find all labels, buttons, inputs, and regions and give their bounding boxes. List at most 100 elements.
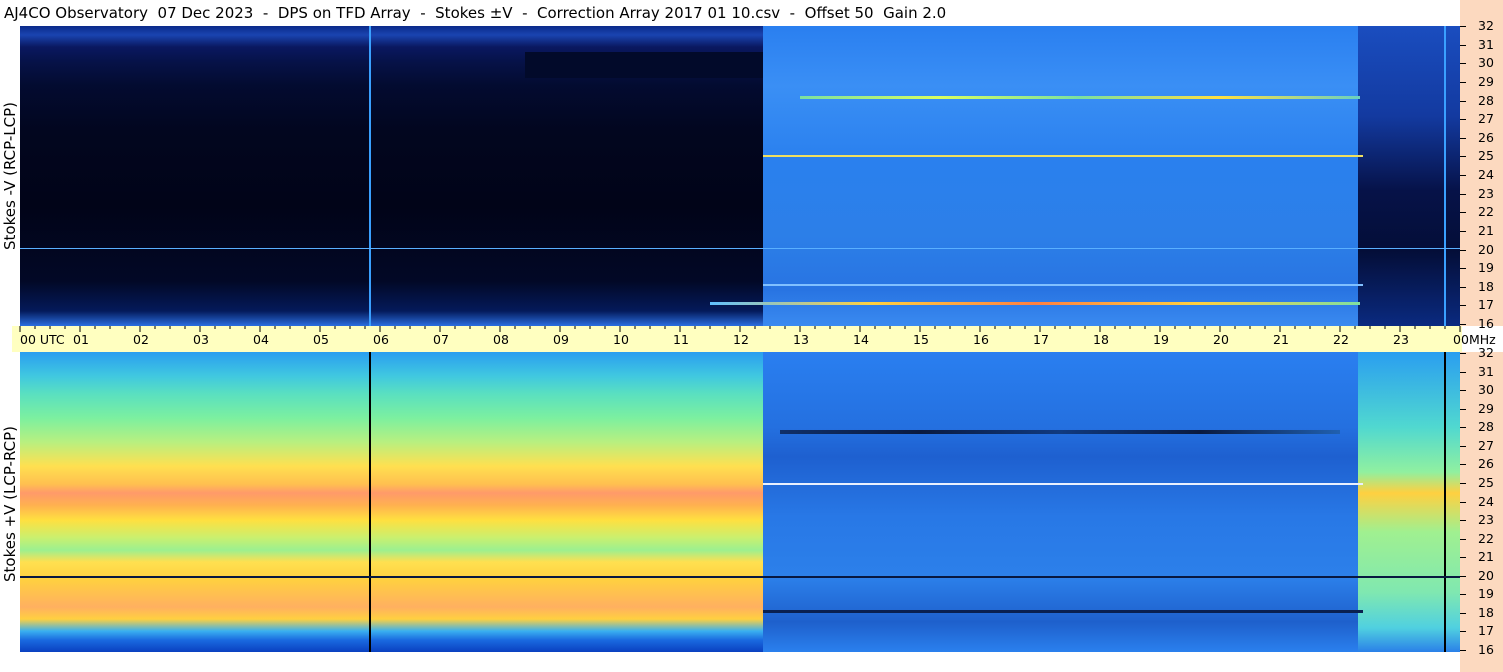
freq-tick-label: 19	[1478, 260, 1494, 276]
freq-tick-label: 31	[1478, 36, 1494, 52]
time-tick-label: 01	[73, 332, 89, 347]
top-vertical-line	[369, 26, 371, 326]
freq-tick	[1460, 612, 1466, 614]
freq-tick-label: 19	[1478, 586, 1494, 602]
time-tick-label: 16	[973, 332, 989, 347]
freq-tick	[1460, 520, 1466, 522]
time-tick-label: 03	[193, 332, 209, 347]
freq-tick-label: 22	[1478, 204, 1494, 220]
freq-tick	[1460, 249, 1466, 251]
time-tick-label: 13	[793, 332, 809, 347]
freq-tick-label: 25	[1478, 474, 1494, 490]
freq-tick	[1460, 594, 1466, 596]
freq-tick-label: 18	[1478, 604, 1494, 620]
bottom-margin	[0, 652, 1460, 672]
freq-tick-label: 17	[1478, 623, 1494, 639]
freq-axis-top: 32 31 30 29 28 27 26 25 24 23 22 21 20 19 18 17 16	[1460, 0, 1503, 331]
freq-tick	[1460, 501, 1466, 503]
time-tick-label: 05	[313, 332, 329, 347]
freq-tick	[1460, 137, 1466, 139]
freq-tick-label: 17	[1478, 297, 1494, 313]
freq-tick	[1460, 44, 1466, 46]
top-day-segment	[763, 26, 1358, 326]
freq-tick	[1460, 408, 1466, 410]
bottom-vertical-line	[369, 352, 371, 652]
time-tick-label: 12	[733, 332, 749, 347]
freq-tick	[1460, 63, 1466, 65]
freq-tick	[1460, 100, 1466, 102]
freq-tick	[1460, 175, 1466, 176]
bottom-night-segment	[20, 352, 763, 652]
freq-tick-label: 23	[1478, 512, 1494, 528]
freq-tick-label: 32	[1478, 18, 1494, 33]
bottom-panel-ylabel: Stokes +V (LCP-RCP)	[1, 426, 19, 582]
freq-tick-label: 18	[1478, 278, 1494, 294]
time-tick-label: 20	[1213, 332, 1229, 347]
freq-tick	[1460, 212, 1466, 214]
freq-tick	[1460, 81, 1466, 83]
top-vertical-line-2	[1444, 26, 1446, 326]
freq-tick-label: 16	[1478, 642, 1494, 657]
freq-tick	[1460, 482, 1466, 484]
time-tick-label: 18	[1093, 332, 1109, 347]
freq-tick	[1460, 575, 1466, 577]
freq-tick	[1460, 371, 1466, 373]
time-tick-label: 19	[1153, 332, 1169, 347]
time-tick-label: 14	[853, 332, 869, 347]
freq-tick	[1460, 305, 1466, 307]
time-tick-label: 22	[1333, 332, 1349, 347]
time-tick-label: 04	[253, 332, 269, 347]
freq-tick-label: 30	[1478, 382, 1494, 398]
freq-tick-label: 20	[1478, 241, 1494, 257]
spectrogram-top-stokes-minus-v	[20, 26, 1460, 326]
freq-tick-label: 20	[1478, 567, 1494, 583]
freq-tick-label: 22	[1478, 530, 1494, 546]
top-band-20mhz	[20, 248, 1460, 249]
freq-tick	[1460, 557, 1466, 559]
freq-tick	[1460, 650, 1466, 651]
time-tick-label: 00 UTC	[20, 332, 65, 347]
bottom-day-segment	[763, 352, 1358, 652]
top-dawn-block	[525, 52, 763, 78]
freq-tick	[1460, 286, 1466, 288]
freq-tick-label: 28	[1478, 419, 1494, 435]
freq-tick	[1460, 631, 1466, 633]
bottom-band-18mhz	[763, 610, 1363, 613]
freq-tick	[1460, 268, 1466, 270]
time-tick-label: 15	[913, 332, 929, 347]
top-band-18mhz	[763, 284, 1363, 286]
freq-tick-label: 23	[1478, 185, 1494, 201]
freq-tick-label: 29	[1478, 400, 1494, 416]
freq-tick	[1460, 324, 1466, 325]
freq-tick	[1460, 353, 1466, 354]
bottom-band-25mhz	[763, 483, 1363, 485]
freq-tick-label: 26	[1478, 129, 1494, 145]
freq-tick-label: 24	[1478, 493, 1494, 509]
freq-tick-label: 16	[1478, 316, 1494, 331]
freq-tick	[1460, 230, 1466, 232]
time-tick-label: 11	[673, 332, 689, 347]
page-title: AJ4CO Observatory 07 Dec 2023 - DPS on T…	[4, 4, 947, 22]
time-tick-label: 08	[493, 332, 509, 347]
freq-tick	[1460, 26, 1466, 27]
top-band-25mhz	[763, 155, 1363, 157]
freq-tick-label: 26	[1478, 456, 1494, 472]
bottom-band-27mhz	[780, 430, 1340, 434]
time-tick-label: 07	[433, 332, 449, 347]
freq-tick	[1460, 538, 1466, 540]
bottom-vertical-line-2	[1444, 352, 1446, 652]
spectrogram-bottom-stokes-plus-v	[20, 352, 1460, 652]
top-band-17mhz	[710, 302, 1360, 305]
freq-axis-bottom: 32 31 30 29 28 27 26 25 24 23 22 21 20 19 18 17 16	[1460, 346, 1503, 672]
freq-tick	[1460, 193, 1466, 195]
freq-tick-label: 24	[1478, 167, 1494, 182]
time-tick-label: 02	[133, 332, 149, 347]
freq-tick-label: 27	[1478, 111, 1494, 127]
freq-tick-label: 28	[1478, 92, 1494, 108]
top-panel-ylabel: Stokes -V (RCP-LCP)	[1, 102, 19, 250]
freq-tick	[1460, 445, 1466, 447]
time-tick-label: 06	[373, 332, 389, 347]
freq-tick	[1460, 156, 1466, 158]
time-tick-label: 00	[1453, 332, 1469, 347]
time-tick-label: 17	[1033, 332, 1049, 347]
